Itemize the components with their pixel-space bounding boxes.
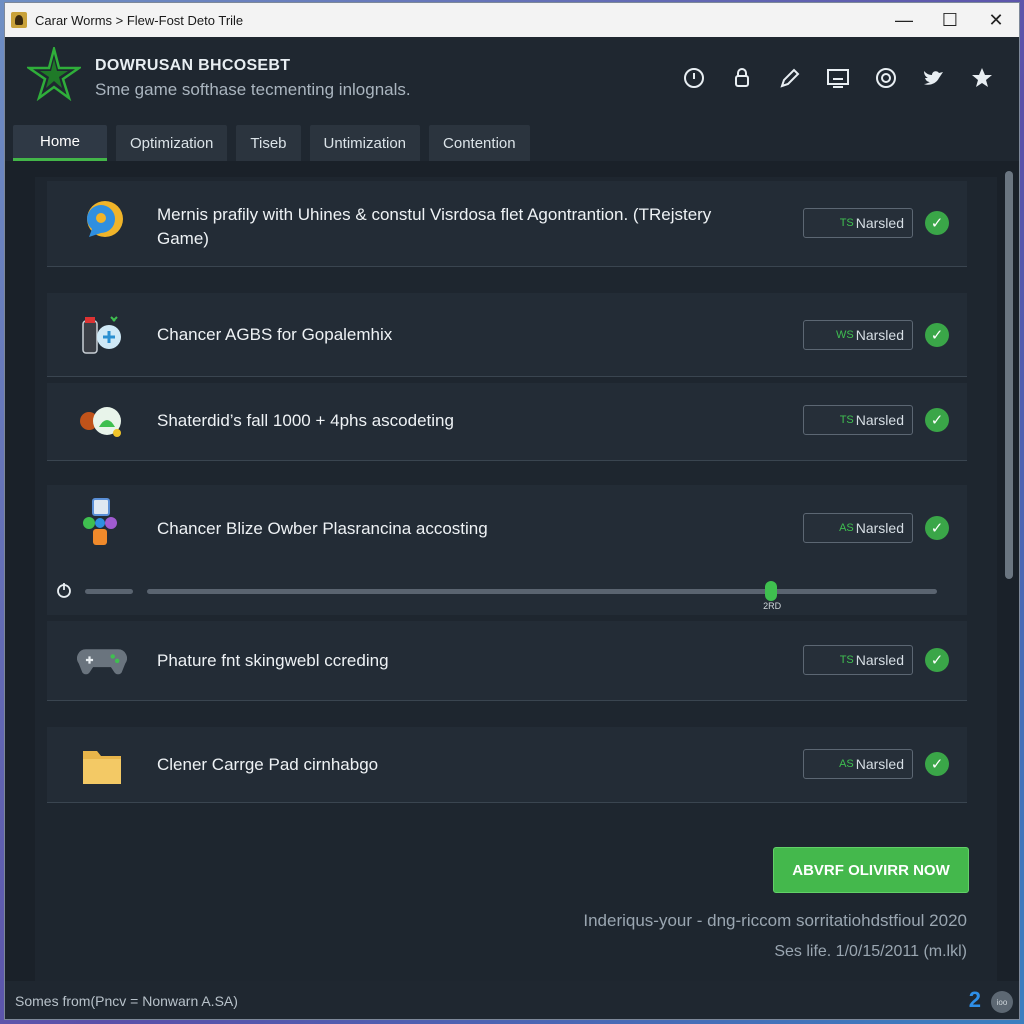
window-title: Carar Worms > Flew-Fost Deto Trile <box>35 12 244 28</box>
power-icon[interactable] <box>681 65 707 91</box>
row-description: Chancer AGBS for Gopalemhix <box>157 325 393 344</box>
status-indicator[interactable]: ioo <box>991 991 1013 1013</box>
list-item[interactable]: Shaterdid’s fall 1000 + 4phs ascodeting … <box>47 383 967 461</box>
spray-bottle-icon <box>82 316 121 354</box>
badge-label: Narsled <box>855 327 904 343</box>
lock-icon[interactable] <box>729 65 755 91</box>
tab-untimization[interactable]: Untimization <box>309 125 421 161</box>
pen-icon[interactable] <box>777 65 803 91</box>
maximize-button[interactable]: ☐ <box>927 3 973 37</box>
close-button[interactable]: ✕ <box>973 3 1019 37</box>
controller-icon <box>77 649 127 675</box>
badge-label: Narsled <box>855 412 904 428</box>
tab-home[interactable]: Home <box>13 125 107 161</box>
apply-now-button[interactable]: ABVRF OLIVIRR NOW <box>773 847 969 893</box>
status-badge[interactable]: AS Narsled <box>803 513 913 543</box>
status-badge[interactable]: AS Narsled <box>803 749 913 779</box>
row-description: Chancer Blize Owber Plasrancina accostin… <box>157 519 488 538</box>
target-icon[interactable] <box>873 65 899 91</box>
row-description: Shaterdid’s fall 1000 + 4phs ascodeting <box>157 411 454 430</box>
status-badge[interactable]: WS Narsled <box>803 320 913 350</box>
badge-tag: TS <box>839 654 854 666</box>
check-icon: ✓ <box>925 516 949 540</box>
list-item[interactable]: Chancer AGBS for Gopalemhix WS Narsled ✓ <box>47 293 967 377</box>
vertical-scrollbar[interactable] <box>1005 171 1013 579</box>
badge-tag: AS <box>839 758 854 770</box>
check-icon: ✓ <box>925 211 949 235</box>
app-window: Carar Worms > Flew-Fost Deto Trile — ☐ ✕… <box>4 2 1020 1020</box>
badge-tag: TS <box>839 414 854 426</box>
badge-label: Narsled <box>855 756 904 772</box>
star-icon[interactable] <box>969 65 995 91</box>
footer-info-line: Inderiqus-your - dng-riccom sorritatiohd… <box>583 911 967 930</box>
row-description: Clener Carrge Pad cirnhabgo <box>157 755 379 774</box>
notification-count[interactable]: 2 <box>969 987 981 1013</box>
status-bar: Somes from(Pncv = Nonwarn A.SA) 2 ioo <box>5 981 1019 1019</box>
brand-tagline: Sme game softhase tecmenting inlognals. <box>95 80 411 99</box>
chat-bubble-icon <box>87 201 123 237</box>
status-badge[interactable]: TS Narsled <box>803 208 913 238</box>
minimize-button[interactable]: — <box>881 3 927 37</box>
bird-icon[interactable] <box>921 65 947 91</box>
tab-contention[interactable]: Contention <box>429 125 530 161</box>
performance-slider[interactable]: 2RD <box>55 577 955 611</box>
brand-name: DOWRUSAN BHCOSEBT <box>95 57 291 74</box>
badge-tag: WS <box>836 329 854 341</box>
check-icon: ✓ <box>925 648 949 672</box>
slider-value-label: 2RD <box>763 601 782 611</box>
row-description: Phature fnt skingwebl ccreding <box>157 651 389 670</box>
slider-track[interactable] <box>147 589 937 594</box>
tab-bar: Home Optimization Tiseb Untimization Con… <box>5 117 1019 161</box>
status-badge[interactable]: TS Narsled <box>803 645 913 675</box>
tab-optimization[interactable]: Optimization <box>116 125 228 161</box>
badge-label: Narsled <box>855 520 904 536</box>
badge-label: Narsled <box>855 652 904 668</box>
badge-tag: AS <box>839 522 854 534</box>
check-icon: ✓ <box>925 752 949 776</box>
header-toolbar <box>681 65 995 91</box>
row-description: Mernis prafily with Uhines & constul Vis… <box>157 205 712 248</box>
status-badge[interactable]: TS Narsled <box>803 405 913 435</box>
gamepad-bubble-icon <box>80 407 121 437</box>
mini-slider-track[interactable] <box>85 589 133 594</box>
power-icon[interactable] <box>55 581 73 599</box>
main-content: Mernis prafily with Uhines & constul Vis… <box>5 161 1019 983</box>
star-logo-icon <box>27 47 81 101</box>
check-icon: ✓ <box>925 323 949 347</box>
title-bar: Carar Worms > Flew-Fost Deto Trile — ☐ ✕ <box>5 3 1019 37</box>
puzzle-blocks-icon <box>83 498 117 545</box>
check-icon: ✓ <box>925 408 949 432</box>
monitor-icon[interactable] <box>825 65 851 91</box>
list-item[interactable]: Phature fnt skingwebl ccreding TS Narsled… <box>47 621 967 701</box>
tab-tiseb[interactable]: Tiseb <box>236 125 301 161</box>
list-item[interactable]: Mernis prafily with Uhines & constul Vis… <box>47 181 967 267</box>
optimization-panel: Mernis prafily with Uhines & constul Vis… <box>35 177 997 983</box>
app-header: DOWRUSAN BHCOSEBT Sme game softhase tecm… <box>5 37 1019 117</box>
slider-thumb[interactable] <box>765 581 778 601</box>
folder-icon <box>83 751 121 784</box>
app-icon <box>11 12 27 28</box>
footer-date-line: Ses life. 1/0/15/2011 (m.lkl) <box>774 943 967 960</box>
list-item[interactable]: Clener Carrge Pad cirnhabgo AS Narsled ✓ <box>47 727 967 803</box>
status-text: Somes from(Pncv = Nonwarn A.SA) <box>15 993 238 1009</box>
badge-label: Narsled <box>855 215 904 231</box>
badge-tag: TS <box>839 217 854 229</box>
